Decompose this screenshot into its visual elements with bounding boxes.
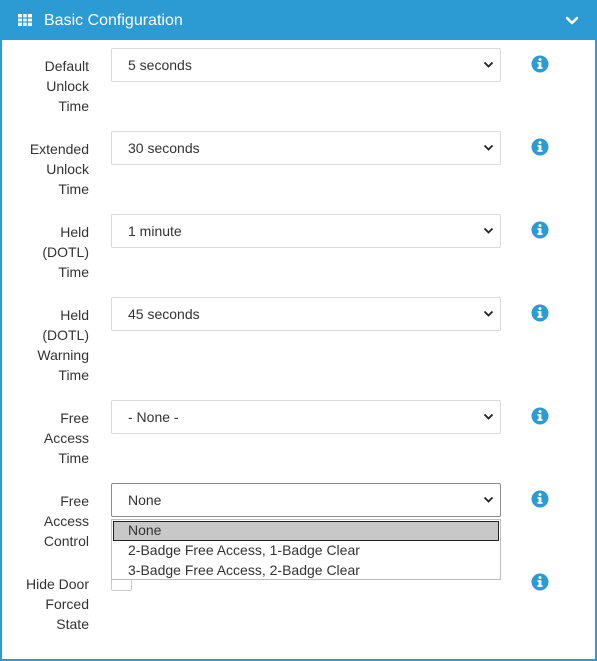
hide-door-forced-state-label: Hide Door Forced State (0, 574, 89, 634)
label-line: Default (44, 58, 89, 74)
label-line: Unlock (46, 78, 89, 94)
label-line: Held (60, 224, 89, 240)
label-line: Access (43, 513, 89, 529)
dropdown-option-3-badge[interactable]: 3-Badge Free Access, 2-Badge Clear (113, 561, 499, 581)
info-circle-icon[interactable] (531, 221, 549, 239)
label-line: Hide Door (25, 576, 89, 592)
info-circle-icon[interactable] (531, 490, 549, 508)
label-line: Time (58, 181, 89, 197)
free-access-time-label: Free Access Time (0, 408, 89, 468)
held-dotl-warning-time-select[interactable]: 45 seconds (111, 297, 501, 331)
select-value: 45 seconds (128, 306, 200, 322)
chevron-down-icon (483, 310, 494, 317)
chevron-down-icon (483, 227, 494, 234)
label-line: Unlock (46, 161, 89, 177)
label-line: (DOTL) (42, 327, 89, 343)
chevron-down-icon (483, 144, 494, 151)
chevron-down-icon (483, 496, 494, 503)
label-line: (DOTL) (42, 244, 89, 260)
info-circle-icon[interactable] (531, 573, 549, 591)
free-access-control-dropdown-list: None 2-Badge Free Access, 1-Badge Clear … (111, 519, 501, 580)
free-access-time-select[interactable]: - None - (111, 400, 501, 434)
label-line: Control (43, 533, 89, 549)
held-dotl-warning-time-label: Held (DOTL) Warning Time (0, 305, 89, 385)
label-line: Held (60, 307, 89, 323)
free-access-control-select[interactable]: None (111, 483, 501, 517)
dropdown-option-none[interactable]: None (113, 521, 499, 541)
select-value: 1 minute (128, 223, 182, 239)
label-line: Access (43, 430, 89, 446)
select-value: 30 seconds (128, 140, 200, 156)
chevron-down-icon[interactable] (565, 16, 579, 26)
label-line: Extended (29, 141, 89, 157)
default-unlock-time-select[interactable]: 5 seconds (111, 48, 501, 82)
select-value: 5 seconds (128, 57, 192, 73)
info-circle-icon[interactable] (531, 138, 549, 156)
info-circle-icon[interactable] (531, 304, 549, 322)
chevron-down-icon (483, 413, 494, 420)
held-dotl-time-label: Held (DOTL) Time (0, 222, 89, 282)
label-line: Free (60, 410, 89, 426)
panel-title: Basic Configuration (44, 12, 183, 29)
held-dotl-time-select[interactable]: 1 minute (111, 214, 501, 248)
label-line: Time (58, 450, 89, 466)
panel-header[interactable]: Basic Configuration (2, 2, 595, 40)
free-access-control-label: Free Access Control (0, 491, 89, 551)
label-line: Free (60, 493, 89, 509)
info-circle-icon[interactable] (531, 407, 549, 425)
label-line: Time (58, 264, 89, 280)
info-circle-icon[interactable] (531, 55, 549, 73)
label-line: Time (58, 98, 89, 114)
chevron-down-icon (483, 61, 494, 68)
label-line: Forced (45, 596, 89, 612)
table-icon (18, 14, 32, 26)
label-line: Warning (37, 347, 89, 363)
default-unlock-time-label: Default Unlock Time (0, 56, 89, 116)
select-value: None (128, 492, 162, 508)
label-line: Time (58, 367, 89, 383)
dropdown-option-2-badge[interactable]: 2-Badge Free Access, 1-Badge Clear (113, 541, 499, 561)
label-line: State (56, 616, 89, 632)
extended-unlock-time-select[interactable]: 30 seconds (111, 131, 501, 165)
extended-unlock-time-label: Extended Unlock Time (0, 139, 89, 199)
select-value: - None - (128, 409, 179, 425)
